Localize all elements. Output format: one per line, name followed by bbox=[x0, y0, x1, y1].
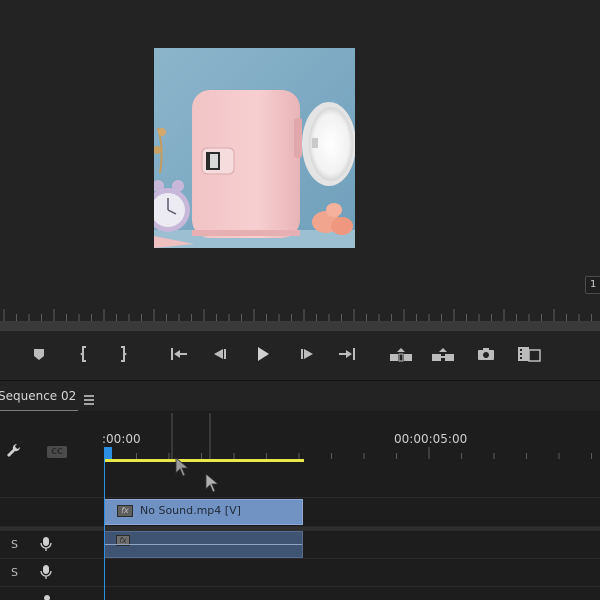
timeline-tab-bar: Sequence 02 bbox=[0, 381, 600, 412]
sequence-tab-label: Sequence 02 bbox=[0, 389, 77, 403]
mark-in-button[interactable] bbox=[71, 340, 97, 368]
audio-track-2-header: S bbox=[0, 559, 104, 586]
camera-icon bbox=[478, 348, 494, 360]
audio-waveform bbox=[105, 544, 302, 545]
mark-in-icon bbox=[80, 346, 86, 362]
timeline-ruler-ticks bbox=[104, 413, 592, 459]
fx-badge[interactable]: fx bbox=[117, 505, 133, 517]
marker-icon bbox=[34, 349, 44, 360]
captions-button[interactable]: CC bbox=[47, 446, 67, 458]
microphone-icon bbox=[40, 565, 52, 579]
play-icon bbox=[258, 347, 269, 361]
microphone-icon bbox=[40, 537, 52, 551]
play-button[interactable] bbox=[250, 340, 276, 368]
ruler-ticks bbox=[3, 309, 592, 321]
step-back-button[interactable] bbox=[207, 340, 233, 368]
mini-fridge-video-frame bbox=[154, 48, 355, 248]
monitor-time-ruler[interactable] bbox=[0, 305, 600, 321]
playhead-line bbox=[104, 459, 105, 600]
mouse-cursor-icon bbox=[175, 457, 190, 477]
go-to-out-button[interactable] bbox=[335, 340, 361, 368]
video-track-2[interactable] bbox=[0, 471, 600, 498]
hamburger-icon bbox=[84, 395, 94, 405]
comparison-view-button[interactable] bbox=[516, 340, 542, 368]
zoom-level-dropdown[interactable]: 1 bbox=[585, 276, 600, 294]
export-frame-button[interactable] bbox=[473, 340, 499, 368]
transport-controls bbox=[0, 340, 600, 370]
voice-over-record-button[interactable] bbox=[40, 536, 52, 556]
mark-out-icon bbox=[121, 346, 127, 362]
go-to-in-button[interactable] bbox=[165, 340, 191, 368]
go-to-in-icon bbox=[171, 348, 187, 360]
audio-track-2[interactable]: S bbox=[0, 559, 600, 587]
timeline-time-ruler[interactable]: :00:00 00:00:05:00 bbox=[102, 411, 600, 461]
monitor-zoom-scrollbar[interactable] bbox=[0, 321, 600, 331]
playhead-handle[interactable] bbox=[104, 447, 112, 459]
comparison-icon bbox=[518, 347, 541, 362]
wrench-icon bbox=[7, 443, 21, 457]
panel-menu-icon[interactable] bbox=[83, 391, 95, 405]
extract-icon bbox=[432, 348, 454, 361]
voice-over-record-button[interactable] bbox=[40, 564, 52, 584]
work-area-bar[interactable] bbox=[104, 459, 304, 462]
step-forward-button[interactable] bbox=[294, 340, 320, 368]
audio-track-3[interactable] bbox=[0, 587, 600, 600]
audio-track-3-icon bbox=[44, 595, 50, 600]
tab-sequence-02[interactable]: Sequence 02 bbox=[0, 389, 79, 412]
audio-clip[interactable]: fx bbox=[104, 531, 303, 558]
lift-button[interactable] bbox=[388, 340, 414, 368]
mark-out-button[interactable] bbox=[110, 340, 136, 368]
solo-button[interactable]: S bbox=[11, 566, 18, 579]
timeline-settings-button[interactable] bbox=[5, 442, 23, 464]
timeline-panel: Sequence 02 :00:00 00:00:05:00 CC S S fx… bbox=[0, 380, 600, 600]
extract-button[interactable] bbox=[430, 340, 456, 368]
video-clip-no-sound[interactable]: fx No Sound.mp4 [V] bbox=[104, 499, 303, 525]
go-to-out-icon bbox=[339, 348, 355, 360]
audio-track-1-header: S bbox=[0, 531, 104, 558]
video-preview-frame bbox=[154, 48, 355, 248]
add-marker-button[interactable] bbox=[26, 340, 52, 368]
step-back-icon bbox=[214, 349, 226, 359]
step-forward-icon bbox=[301, 349, 313, 359]
mouse-cursor-icon bbox=[205, 473, 220, 493]
solo-button[interactable]: S bbox=[11, 538, 18, 551]
clip-name: No Sound.mp4 [V] bbox=[140, 504, 241, 517]
program-monitor: 1 bbox=[0, 0, 600, 380]
lift-icon bbox=[390, 348, 412, 362]
